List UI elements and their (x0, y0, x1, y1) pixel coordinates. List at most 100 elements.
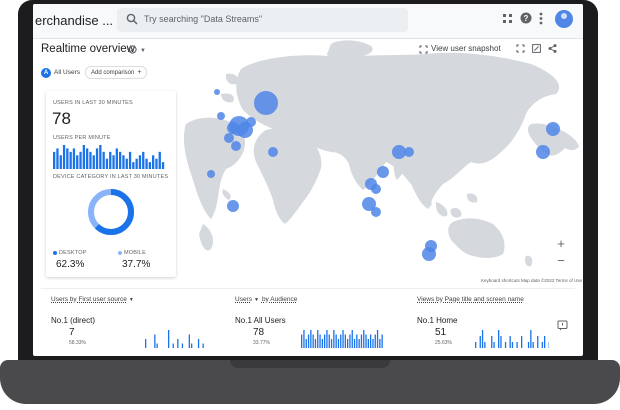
property-name: erchandise ... (35, 13, 114, 28)
map-bubble (224, 133, 234, 143)
minute-bar (333, 330, 335, 348)
help-icon[interactable]: ? (520, 12, 532, 24)
search-bar[interactable]: Try searching "Data Streams" (117, 8, 408, 32)
minute-bar (314, 339, 317, 348)
per-minute-bar (122, 155, 125, 169)
card-3-minute-bars (475, 330, 549, 348)
search-icon (126, 13, 138, 25)
per-minute-bar (115, 148, 118, 169)
minute-bar (349, 334, 351, 348)
minute-bar (156, 343, 158, 348)
zoom-in-button[interactable]: + (554, 236, 568, 251)
search-placeholder: Try searching "Data Streams" (144, 14, 263, 24)
minute-bar (367, 339, 369, 348)
minute-bar (498, 330, 500, 348)
minute-bar (317, 330, 319, 348)
minute-bar (335, 334, 337, 348)
minute-bar (527, 342, 530, 348)
minute-bar (544, 336, 546, 348)
feedback-icon[interactable] (557, 320, 568, 331)
minute-bar (521, 336, 523, 348)
minute-bar (145, 339, 147, 348)
laptop-base (0, 360, 620, 404)
zoom-out-button[interactable]: − (554, 253, 568, 268)
minute-bar (493, 342, 495, 348)
per-minute-bar (86, 148, 89, 169)
mobile-dot-icon (118, 250, 122, 255)
minute-bar (530, 330, 532, 348)
map-bubble (227, 122, 239, 134)
card-1-title-label: Users by First user source (51, 296, 127, 303)
desktop-label: DESKTOP (59, 250, 87, 256)
card-3-title-label: Views by Page title and screen name (417, 296, 524, 303)
per-minute-bar (59, 155, 62, 169)
card-3-percent: 25.63% (435, 340, 452, 346)
minute-bar (177, 339, 179, 348)
per-minute-bar (128, 151, 132, 169)
all-users-label: All Users (54, 69, 81, 76)
map-bubble (392, 145, 406, 159)
per-minute-bar (76, 155, 79, 169)
minute-bar (479, 336, 481, 348)
card-2-title[interactable]: Users ▼ by Audience (235, 296, 297, 303)
per-minute-bar (142, 151, 145, 169)
minute-bar (168, 330, 170, 348)
realtime-info-dropdown[interactable]: ▼ (128, 44, 146, 54)
map-bubble (231, 141, 241, 151)
device-donut-chart (88, 189, 134, 235)
realtime-summary-card: USERS IN LAST 30 MINUTES 78 USERS PER MI… (46, 91, 176, 277)
minute-bar (321, 339, 323, 348)
apps-grid-icon[interactable] (502, 13, 513, 24)
desktop-dot-icon (53, 250, 57, 255)
chevron-down-icon: ▼ (140, 48, 146, 54)
minute-bar (344, 334, 346, 348)
per-minute-bar (109, 151, 112, 169)
minute-bar (305, 339, 307, 348)
per-minute-bar (89, 151, 92, 169)
settings-kebab-icon[interactable] (538, 12, 544, 25)
card-1-title[interactable]: Users by First user source ▼ (51, 296, 134, 303)
add-comparison-button[interactable]: Add comparison + (85, 66, 148, 79)
per-minute-bar (69, 151, 72, 169)
section-divider (41, 288, 575, 289)
all-users-chip[interactable]: A All Users (41, 66, 80, 79)
per-minute-bar (145, 158, 148, 169)
minute-bar (504, 342, 507, 348)
minute-bar (365, 334, 367, 348)
minute-bar (511, 342, 514, 348)
per-minute-bar (99, 145, 102, 169)
chevron-down-icon: ▼ (253, 297, 259, 303)
card-2-title-label-b: by Audience (261, 296, 298, 303)
minute-bar (340, 334, 342, 348)
per-minute-bar (135, 158, 138, 169)
minute-bar (191, 343, 193, 348)
per-minute-bar (112, 155, 115, 169)
users-30-label: USERS IN LAST 30 MINUTES (53, 100, 133, 106)
minute-bar (481, 330, 484, 348)
chevron-down-icon: ▼ (128, 297, 134, 303)
map-bubble (227, 200, 239, 212)
per-minute-bar (105, 158, 109, 169)
property-selector[interactable]: erchandise ...▼ (35, 13, 124, 28)
minute-bar (328, 334, 330, 348)
mobile-label: MOBILE (124, 250, 146, 256)
card-3-title[interactable]: Views by Page title and screen name (417, 296, 524, 303)
map-bubble (246, 117, 256, 127)
map-bubble (404, 147, 414, 157)
per-minute-bar (138, 155, 142, 169)
per-minute-bar (158, 151, 161, 169)
card-3-top-item: No.1 Home (417, 316, 458, 325)
card-2-value: 78 (253, 327, 265, 338)
map-attribution[interactable]: Keyboard shortcuts Map data ©2022 Terms … (481, 278, 582, 283)
minute-bar (537, 336, 539, 348)
avatar[interactable] (555, 10, 573, 28)
minute-bar (319, 334, 321, 348)
minute-bar (374, 334, 376, 348)
minute-bar (172, 343, 174, 348)
per-minute-bar (102, 151, 105, 169)
users-per-minute-chart (53, 145, 165, 169)
per-minute-bar (125, 158, 128, 169)
users-world-map[interactable] (181, 34, 581, 284)
map-bubble (422, 247, 436, 261)
minute-bar (347, 339, 349, 348)
